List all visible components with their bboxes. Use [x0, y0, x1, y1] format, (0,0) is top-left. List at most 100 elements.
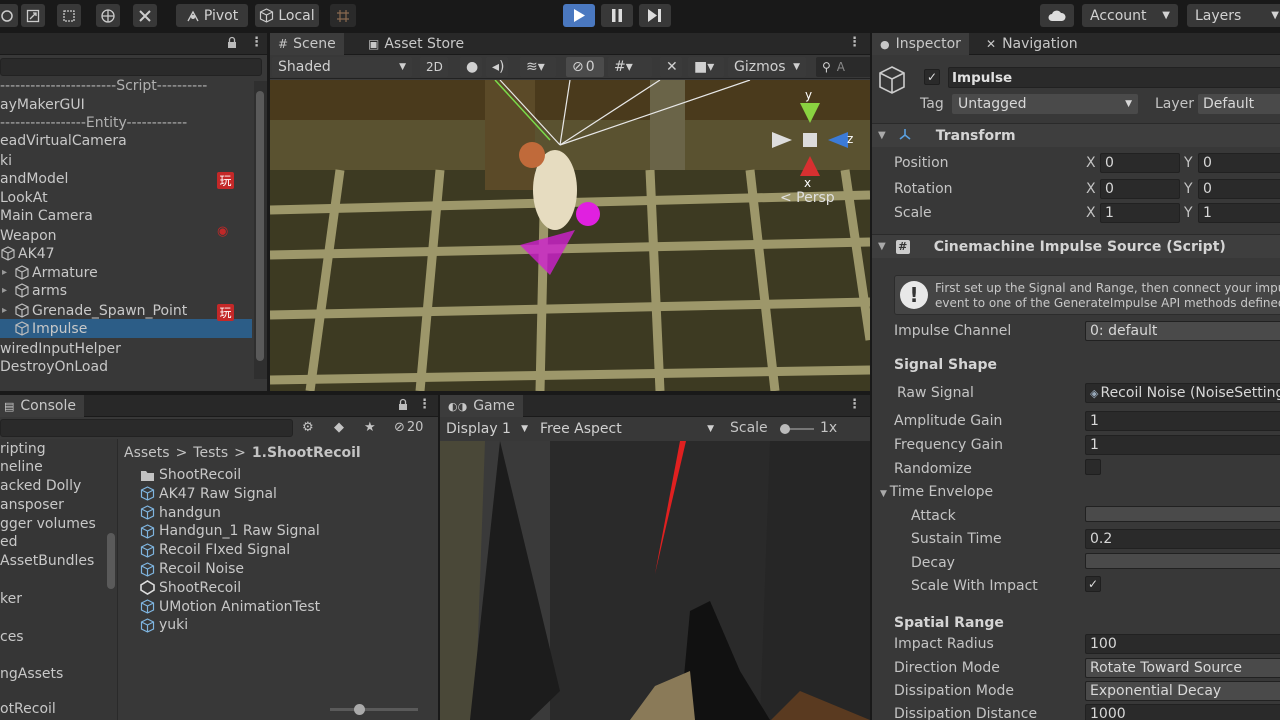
filter-type-icon[interactable]: ⚙ [302, 420, 314, 435]
project-search-input[interactable] [0, 419, 293, 437]
hierarchy-row[interactable]: Main Camera [0, 206, 252, 225]
asset-list-item[interactable]: handgun [140, 505, 221, 521]
grid-snap-icon[interactable] [330, 4, 356, 27]
hierarchy-row[interactable]: Weapon [0, 226, 252, 245]
breadcrumb-tests[interactable]: Tests [193, 445, 228, 461]
tab-asset-store[interactable]: ▣ Asset Store [360, 33, 472, 55]
pos-y-field[interactable]: 0 [1198, 153, 1280, 173]
foldout-arrow-icon[interactable]: ▸ [2, 285, 14, 296]
asset-list-item[interactable]: Recoil FIxed Signal [140, 542, 290, 558]
asset-list-item[interactable]: Handgun_1 Raw Signal [140, 523, 320, 539]
folder-tree-item[interactable]: ed [0, 534, 18, 550]
foldout-arrow-icon[interactable]: ▸ [2, 267, 14, 278]
folder-tree-item[interactable]: ces [0, 629, 24, 645]
scale-x-field[interactable]: 1 [1100, 203, 1180, 223]
grid-dropdown-icon[interactable]: #▾ [608, 57, 652, 77]
active-checkbox[interactable]: ✓ [924, 69, 940, 85]
scale-slider[interactable] [780, 424, 814, 434]
asset-list-item[interactable]: ShootRecoil [140, 467, 241, 483]
tag-dropdown[interactable]: Untagged ▼ [952, 94, 1138, 114]
scene-orientation-gizmo[interactable]: y z x < Persp [770, 88, 860, 208]
rot-x-field[interactable]: 0 [1100, 179, 1180, 199]
folder-tree-item[interactable]: neline [0, 459, 43, 475]
hierarchy-row[interactable]: eadVirtualCamera [0, 131, 252, 150]
foldout-arrow-icon[interactable]: ▸ [2, 305, 14, 316]
hierarchy-row[interactable]: ki [0, 151, 252, 170]
hierarchy-row[interactable]: -----------------Entity------------ [0, 113, 252, 132]
scrollbar-thumb[interactable] [107, 533, 115, 589]
display-dropdown[interactable]: Display 1 ▼ [440, 419, 534, 439]
raw-signal-field[interactable]: ◈ Recoil Noise (NoiseSetting [1085, 383, 1280, 403]
tab-console[interactable]: ▤ Console [0, 395, 84, 417]
tools-icon[interactable]: ✕ [660, 57, 682, 77]
folder-tree-item[interactable]: AssetBundles [0, 553, 94, 569]
hierarchy-row[interactable]: LookAt [0, 188, 252, 207]
hidden-objects-toggle[interactable]: ⊘ 0 [566, 57, 604, 77]
folder-tree-item[interactable]: ker [0, 591, 22, 607]
game-viewport[interactable] [440, 441, 870, 720]
scale-tool-icon[interactable] [21, 4, 45, 27]
hierarchy-row[interactable]: ▸ Grenade_Spawn_Point [0, 301, 252, 320]
projection-label[interactable]: < Persp [780, 190, 835, 206]
tab-scene[interactable]: # Scene [270, 33, 344, 55]
hierarchy-row[interactable]: ▸ arms [0, 281, 252, 300]
impulse-channel-field[interactable]: 0: default [1085, 321, 1280, 341]
hierarchy-row[interactable]: Impulse [0, 319, 252, 338]
effects-dropdown-icon[interactable]: ≋▾ [520, 57, 556, 77]
account-dropdown[interactable]: Account ▼ [1082, 4, 1178, 27]
asset-list-item[interactable]: ShootRecoil [140, 580, 241, 596]
mode-2d-toggle[interactable]: 2D [420, 57, 448, 77]
folder-tree-item[interactable]: otRecoil [0, 701, 56, 717]
pause-button[interactable] [601, 4, 633, 27]
pos-x-field[interactable]: 0 [1100, 153, 1180, 173]
object-name-field[interactable]: Impulse [948, 67, 1280, 88]
cloud-button[interactable] [1040, 4, 1074, 27]
attack-curve-field[interactable] [1085, 506, 1280, 522]
slider-thumb[interactable] [354, 704, 365, 715]
asset-list-item[interactable]: AK47 Raw Signal [140, 486, 277, 502]
slider-thumb[interactable] [780, 424, 790, 434]
dissipation-distance-field[interactable]: 1000 [1085, 704, 1280, 720]
hidden-packages-toggle[interactable]: ⊘ 20 [394, 420, 423, 435]
hierarchy-row[interactable]: -----------------------Script---------- [0, 76, 252, 95]
folder-tree-item[interactable]: gger volumes [0, 516, 96, 532]
panel-menu-icon[interactable]: ⋮ [848, 35, 861, 50]
scene-search-input[interactable]: ⚲ A [816, 57, 870, 77]
amplitude-gain-field[interactable]: 1 [1085, 411, 1280, 431]
tab-game[interactable]: ◐◑ Game [440, 395, 523, 417]
panel-menu-icon[interactable]: ⋮ [418, 397, 431, 412]
tab-navigation[interactable]: ✕ Navigation [978, 33, 1086, 55]
folder-tree-item[interactable]: acked Dolly [0, 478, 81, 494]
scale-impact-checkbox[interactable]: ✓ [1085, 576, 1101, 592]
breadcrumb-assets[interactable]: Assets [124, 445, 170, 461]
lighting-toggle-icon[interactable]: ● [460, 57, 482, 77]
folder-tree-scrollbar[interactable] [106, 443, 116, 711]
shading-mode-dropdown[interactable]: Shaded ▼ [272, 57, 412, 77]
asset-list-item[interactable]: Recoil Noise [140, 561, 244, 577]
impact-radius-field[interactable]: 100 [1085, 634, 1280, 654]
rotate-tool-icon[interactable] [0, 4, 18, 27]
hierarchy-row[interactable]: AK47 [0, 244, 252, 263]
frequency-gain-field[interactable]: 1 [1085, 435, 1280, 455]
play-button[interactable] [563, 4, 595, 27]
tab-inspector[interactable]: ● Inspector [872, 33, 969, 55]
lock-icon[interactable] [398, 398, 408, 415]
filter-label-icon[interactable]: ◆ [334, 420, 344, 435]
local-toggle-button[interactable]: Local [255, 4, 319, 27]
asset-list-item[interactable]: yuki [140, 617, 188, 633]
folder-tree-item[interactable]: ripting [0, 441, 46, 457]
rot-y-field[interactable]: 0 [1198, 179, 1280, 199]
step-button[interactable] [639, 4, 671, 27]
gizmos-dropdown[interactable]: Gizmos ▼ [728, 57, 806, 77]
icon-size-slider[interactable] [330, 704, 418, 715]
layers-dropdown[interactable]: Layers ▼ [1187, 4, 1280, 27]
camera-dropdown-icon[interactable]: ■▾ [688, 57, 724, 77]
custom-tools-icon[interactable] [133, 4, 157, 27]
audio-toggle-icon[interactable]: ◂) [486, 57, 508, 77]
hierarchy-search-input[interactable] [0, 58, 262, 76]
breadcrumb-current[interactable]: 1.ShootRecoil [252, 445, 361, 461]
transform-header[interactable]: ▼ Transform [872, 123, 1280, 147]
hierarchy-row[interactable]: andModel [0, 169, 252, 188]
hierarchy-row[interactable]: DestroyOnLoad [0, 357, 252, 376]
folder-tree-item[interactable]: ngAssets [0, 666, 63, 682]
